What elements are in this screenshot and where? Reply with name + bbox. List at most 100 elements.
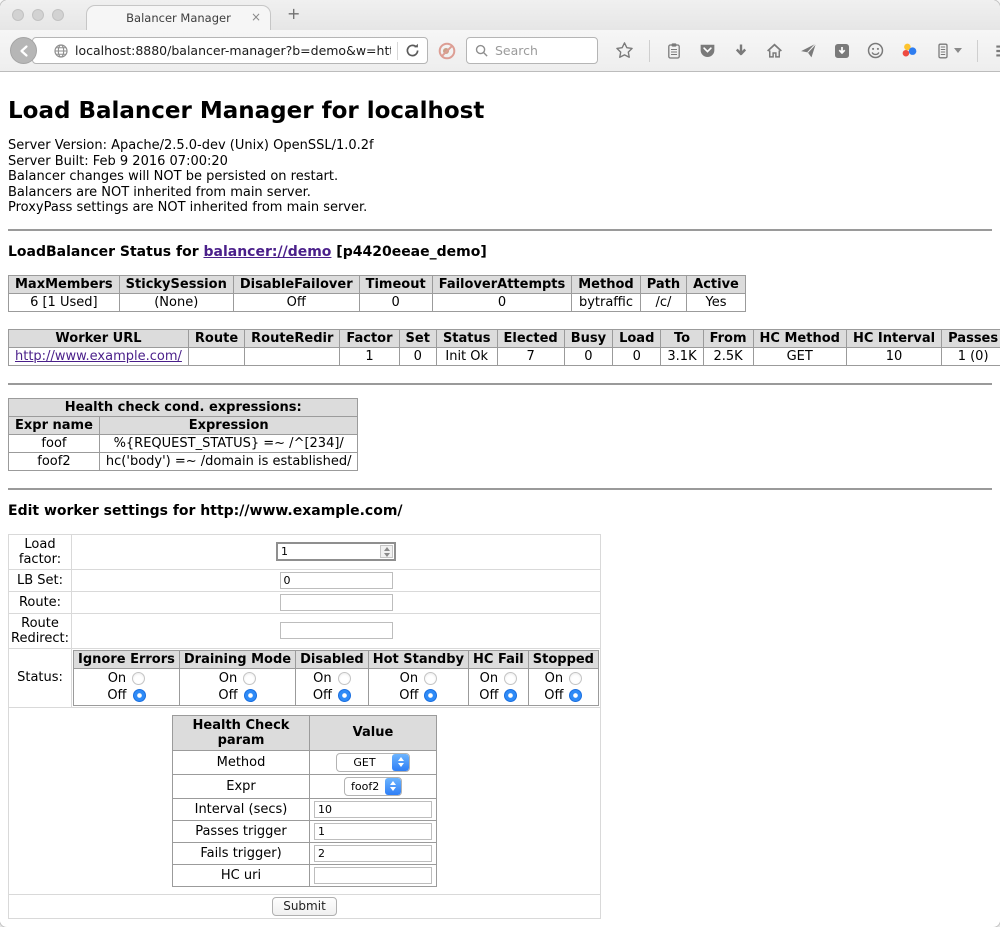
url-bar[interactable]: localhost:8880/balancer-manager?b=demo&w…	[32, 37, 428, 64]
route-redirect-input[interactable]	[280, 622, 393, 639]
hc-method-select[interactable]: GET	[336, 753, 410, 772]
server-info: Server Version: Apache/2.5.0-dev (Unix) …	[8, 138, 992, 216]
status-col5-on-radio[interactable]	[569, 672, 582, 685]
content-blocker-button[interactable]	[437, 41, 457, 61]
status-col2-off-radio[interactable]	[338, 689, 351, 702]
status-col4-on-radio[interactable]	[504, 672, 517, 685]
divider	[8, 488, 992, 490]
search-icon	[474, 43, 489, 58]
blocked-icon	[437, 41, 457, 61]
number-stepper-icon[interactable]	[380, 545, 393, 558]
col-expr-name: Expr name	[9, 416, 100, 434]
radio-off-label: Off	[313, 687, 332, 704]
cell-active: Yes	[687, 293, 746, 311]
save-page-button[interactable]	[833, 42, 851, 60]
send-tab-button[interactable]	[799, 41, 818, 60]
radio-off-label: Off	[479, 687, 498, 704]
submit-button[interactable]: Submit	[272, 897, 337, 916]
hc-interval-input[interactable]	[314, 801, 432, 818]
hc-uri-input[interactable]	[314, 867, 432, 884]
select-stepper-icon	[392, 754, 409, 771]
hc-expr-select[interactable]: foof2	[344, 777, 402, 796]
col-draining-mode: Draining Mode	[179, 650, 295, 668]
edit-worker-form: Load factor: 1 LB Set: Route: Route Redi…	[8, 534, 601, 919]
col-busy: Busy	[564, 329, 612, 347]
toolbar-icons	[615, 40, 1000, 62]
window-controls	[12, 9, 64, 21]
url-text[interactable]: localhost:8880/balancer-manager?b=demo&w…	[75, 43, 391, 58]
search-bar[interactable]: Search	[466, 37, 598, 64]
status-col4-off-radio[interactable]	[504, 689, 517, 702]
col-hc-method: HC Method	[753, 329, 846, 347]
lb-status-prefix: LoadBalancer Status for	[8, 244, 204, 260]
hc-fails-input[interactable]	[314, 845, 432, 862]
hc-interval-label: Interval (secs)	[173, 798, 310, 820]
cell-busy: 0	[564, 347, 612, 365]
server-built-line: Server Built: Feb 9 2016 07:00:20	[8, 154, 992, 170]
extension-colors-button[interactable]	[900, 41, 919, 60]
color-dots-icon	[900, 41, 919, 60]
window-zoom-button[interactable]	[52, 9, 64, 21]
status-col3-off-radio[interactable]	[424, 689, 437, 702]
route-label: Route:	[9, 591, 72, 613]
status-col0-off-radio[interactable]	[133, 689, 146, 702]
worker-url-link[interactable]: http://www.example.com/	[15, 349, 182, 364]
clipboard-icon	[665, 42, 683, 60]
lb-set-input[interactable]	[280, 572, 393, 589]
status-col5-off-radio[interactable]	[569, 689, 582, 702]
health-expressions-table: Health check cond. expressions: Expr nam…	[8, 398, 358, 471]
tab-close-icon[interactable]: ×	[251, 10, 261, 24]
hc-passes-input[interactable]	[314, 823, 432, 840]
table-row: foof2 hc('body') =~ /domain is establish…	[9, 452, 358, 470]
status-col1-off-radio[interactable]	[244, 689, 257, 702]
tab-balancer-manager[interactable]: Balancer Manager ×	[86, 5, 271, 30]
radio-on-label: On	[480, 670, 498, 687]
col-disabled: Disabled	[296, 650, 369, 668]
home-button[interactable]	[765, 41, 784, 60]
form-row-submit: Submit	[9, 894, 601, 918]
battery-page-icon	[934, 42, 952, 60]
col-passes: Passes	[942, 329, 1000, 347]
col-failoverattempts: FailoverAttempts	[432, 275, 572, 293]
status-col2-on-radio[interactable]	[338, 672, 351, 685]
load-factor-input[interactable]: 1	[276, 542, 396, 561]
cell-status: Init Ok	[436, 347, 497, 365]
feedback-button[interactable]	[866, 41, 885, 60]
col-from: From	[703, 329, 753, 347]
menu-button[interactable]	[993, 41, 1000, 61]
download-arrow-icon	[732, 42, 750, 60]
status-col3-on-radio[interactable]	[424, 672, 437, 685]
url-divider	[397, 42, 398, 60]
status-label: Status:	[9, 648, 72, 707]
col-stickysession: StickySession	[119, 275, 233, 293]
window-minimize-button[interactable]	[32, 9, 44, 21]
page-actions-button[interactable]	[934, 42, 962, 60]
cell-path: /c/	[640, 293, 686, 311]
cell-failoverattempts: 0	[432, 293, 572, 311]
cell-expr-name: foof	[9, 434, 100, 452]
col-worker-url: Worker URL	[9, 329, 189, 347]
route-input[interactable]	[280, 594, 393, 611]
downloads-button[interactable]	[732, 42, 750, 60]
status-col0-on-radio[interactable]	[132, 672, 145, 685]
bookmark-star-button[interactable]	[615, 41, 634, 60]
server-version-line: Server Version: Apache/2.5.0-dev (Unix) …	[8, 138, 992, 154]
reading-list-button[interactable]	[665, 42, 683, 60]
reload-icon[interactable]	[404, 42, 421, 59]
table-header-row: Ignore Errors Draining Mode Disabled Hot…	[74, 650, 599, 668]
cell-expr-name: foof2	[9, 452, 100, 470]
col-maxmembers: MaxMembers	[9, 275, 120, 293]
window-close-button[interactable]	[12, 9, 24, 21]
radio-on-label: On	[108, 670, 126, 687]
status-col1-on-radio[interactable]	[243, 672, 256, 685]
info-line: Balancers are NOT inherited from main se…	[8, 185, 992, 201]
form-row-route-redirect: Route Redirect:	[9, 613, 601, 648]
titlebar: Balancer Manager × +	[0, 0, 1000, 30]
back-button[interactable]	[10, 37, 37, 64]
col-hc-value: Value	[310, 715, 437, 750]
pocket-button[interactable]	[698, 41, 717, 60]
radio-off-label: Off	[399, 687, 418, 704]
hc-row-method: Method GET	[173, 750, 437, 774]
new-tab-button[interactable]: +	[287, 4, 300, 23]
balancer-demo-link[interactable]: balancer://demo	[204, 244, 332, 260]
